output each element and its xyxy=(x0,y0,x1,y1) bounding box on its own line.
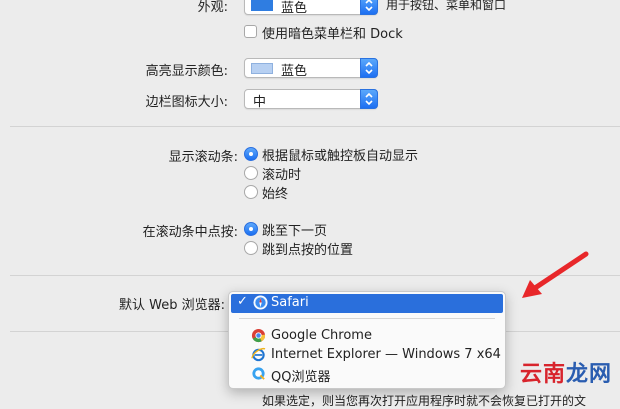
scrollbars-option-always: 始终 xyxy=(262,187,289,202)
sidebar-icon-size-popup[interactable]: 中 xyxy=(244,89,378,110)
click-scrollbar-radio-position[interactable] xyxy=(244,241,258,255)
menu-item-internet-explorer[interactable]: Internet Explorer — Windows 7 x64 xyxy=(229,346,505,364)
annotation-arrow-icon xyxy=(522,251,589,298)
dark-menu-label: 使用暗色菜单栏和 Dock xyxy=(262,27,403,42)
highlight-label: 高亮显示颜色: xyxy=(145,64,228,79)
scrollbars-option-auto: 根据鼠标或触控板自动显示 xyxy=(262,149,419,164)
menu-item-label: Google Chrome xyxy=(271,328,372,343)
checkmark-icon: ✓ xyxy=(237,294,248,309)
appearance-swatch xyxy=(251,0,273,11)
menu-item-google-chrome[interactable]: Google Chrome xyxy=(229,327,505,345)
menu-item-label: QQ浏览器 xyxy=(271,370,331,385)
highlight-value: 蓝色 xyxy=(281,64,308,79)
menu-item-label: Safari xyxy=(271,295,309,310)
appearance-hint: 用于按钮、菜单和窗口 xyxy=(386,0,507,12)
sidebar-icon-size-stepper[interactable] xyxy=(360,89,378,109)
click-scrollbar-radio-next-page[interactable] xyxy=(244,222,258,236)
section-divider xyxy=(10,126,620,127)
sidebar-icon-size-value: 中 xyxy=(253,95,267,110)
highlight-swatch xyxy=(251,63,273,74)
updown-chevron-icon xyxy=(365,61,373,75)
scrollbars-radio-always[interactable] xyxy=(244,185,258,199)
qq-browser-icon xyxy=(251,366,266,385)
appearance-stepper[interactable] xyxy=(360,0,378,15)
ie-icon xyxy=(251,347,266,366)
menu-item-qq-browser[interactable]: QQ浏览器 xyxy=(229,365,505,385)
updown-chevron-icon xyxy=(365,0,373,12)
highlight-popup[interactable]: 蓝色 xyxy=(244,58,378,79)
default-browser-label: 默认 Web 浏览器: xyxy=(119,298,225,313)
dark-menu-checkbox[interactable] xyxy=(244,25,257,38)
scrollbars-label: 显示滚动条: xyxy=(168,150,238,165)
highlight-stepper[interactable] xyxy=(360,58,378,78)
menu-separator xyxy=(239,318,495,319)
click-scrollbar-option-position: 跳到点按的位置 xyxy=(262,243,354,258)
appearance-popup[interactable]: 蓝色 xyxy=(244,0,378,16)
scrollbars-radio-scrolling[interactable] xyxy=(244,166,258,180)
default-browser-menu[interactable]: ✓ Safari Google Chrome Internet Explorer… xyxy=(228,291,506,389)
footer-text: 如果选定，则当您再次打开应用程序时就不会恢复已打开的文 xyxy=(262,394,587,408)
click-scrollbar-label: 在滚动条中点按: xyxy=(142,225,238,240)
watermark-logo: 云南龙网 xyxy=(519,362,612,387)
sidebar-icon-size-label: 边栏图标大小: xyxy=(145,95,228,110)
appearance-value: 蓝色 xyxy=(281,1,308,16)
safari-icon xyxy=(253,295,268,314)
click-scrollbar-option-next-page: 跳至下一页 xyxy=(262,224,328,239)
chrome-icon xyxy=(251,328,266,347)
menu-item-label: Internet Explorer — Windows 7 x64 xyxy=(271,347,501,362)
scrollbars-radio-auto[interactable] xyxy=(244,147,258,161)
appearance-label: 外观: xyxy=(197,0,228,15)
updown-chevron-icon xyxy=(365,92,373,106)
menu-item-safari[interactable]: ✓ Safari xyxy=(231,294,503,313)
scrollbars-option-scrolling: 滚动时 xyxy=(262,168,302,183)
